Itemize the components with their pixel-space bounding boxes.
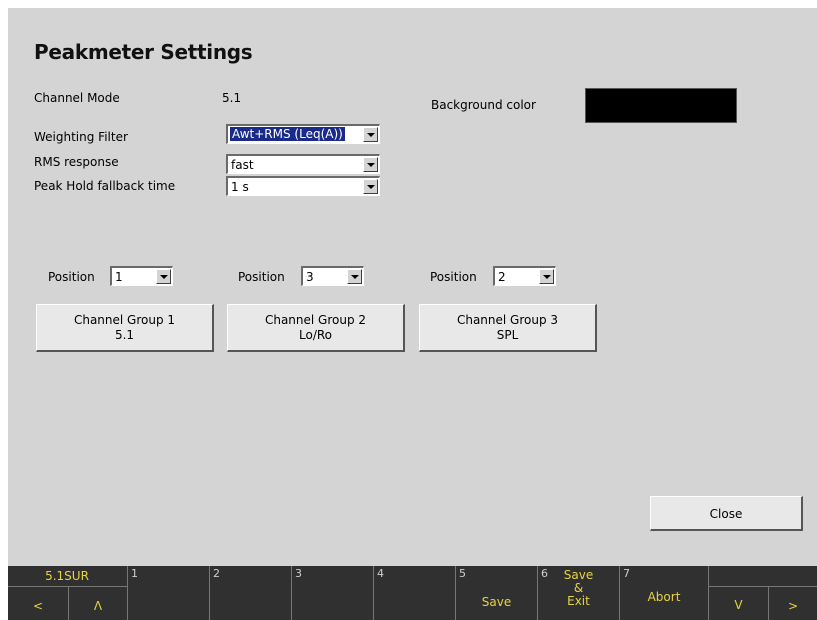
channel-group-name: Channel Group 3 bbox=[456, 313, 559, 327]
background-color-swatch[interactable] bbox=[585, 88, 737, 123]
left-arrow-button[interactable]: < bbox=[8, 587, 68, 620]
position-label: Position bbox=[238, 270, 285, 284]
left-arrow-icon: < bbox=[32, 599, 44, 613]
chevron-down-icon[interactable] bbox=[156, 269, 171, 284]
channel-group-mode: Lo/Ro bbox=[299, 328, 332, 342]
position-select-group-2[interactable]: 3 bbox=[301, 266, 364, 286]
chevron-down-icon[interactable] bbox=[363, 179, 378, 194]
channel-group-3-button[interactable]: Channel Group 3 SPL bbox=[419, 304, 597, 352]
channel-group-2-button[interactable]: Channel Group 2 Lo/Ro bbox=[227, 304, 405, 352]
right-arrow-button[interactable]: > bbox=[769, 587, 817, 620]
peak-hold-label: Peak Hold fallback time bbox=[34, 179, 176, 193]
channel-group-mode: 5.1 bbox=[114, 328, 135, 342]
chevron-down-icon[interactable] bbox=[363, 157, 378, 172]
position-select-group-3[interactable]: 2 bbox=[493, 266, 556, 286]
peak-hold-select[interactable]: 1 s bbox=[226, 176, 380, 196]
softkey-1[interactable]: 1 bbox=[128, 566, 209, 620]
position-value: 2 bbox=[498, 270, 506, 284]
position-value: 3 bbox=[306, 270, 314, 284]
down-arrow-icon: V bbox=[734, 598, 743, 612]
softkey-number: 3 bbox=[295, 567, 302, 580]
close-button[interactable]: Close bbox=[650, 496, 803, 531]
right-arrow-icon: > bbox=[787, 599, 799, 613]
softkey-3[interactable]: 3 bbox=[292, 566, 373, 620]
channel-mode-label: Channel Mode bbox=[34, 91, 120, 105]
softkey-label-line: Exit bbox=[567, 594, 590, 608]
softkey-number: 2 bbox=[213, 567, 220, 580]
background-color-label: Background color bbox=[431, 98, 536, 112]
mode-indicator: 5.1SUR bbox=[45, 569, 89, 583]
weighting-filter-label: Weighting Filter bbox=[34, 130, 128, 144]
softkey-4[interactable]: 4 bbox=[374, 566, 455, 620]
position-label: Position bbox=[48, 270, 95, 284]
softkey-7-abort[interactable]: 7 Abort bbox=[620, 566, 708, 620]
up-arrow-icon: Λ bbox=[93, 599, 103, 613]
channel-group-1-button[interactable]: Channel Group 1 5.1 bbox=[36, 304, 214, 352]
page-title: Peakmeter Settings bbox=[34, 40, 253, 64]
chevron-down-icon[interactable] bbox=[363, 127, 378, 142]
channel-mode-value: 5.1 bbox=[222, 91, 242, 105]
close-label: Close bbox=[709, 507, 743, 521]
weighting-filter-select[interactable]: Awt+RMS (Leq(A)) bbox=[226, 124, 380, 144]
softkey-label: Save bbox=[481, 595, 512, 609]
channel-group-name: Channel Group 1 bbox=[73, 313, 176, 327]
softkey-6-save-exit[interactable]: 6 Save & Exit bbox=[538, 566, 619, 620]
softkey-number: 4 bbox=[377, 567, 384, 580]
softkey-number: 7 bbox=[623, 567, 630, 580]
position-label: Position bbox=[430, 270, 477, 284]
down-arrow-button[interactable]: V bbox=[709, 587, 768, 620]
peak-hold-value: 1 s bbox=[231, 180, 249, 194]
position-value: 1 bbox=[115, 270, 123, 284]
rms-response-value: fast bbox=[231, 158, 254, 172]
position-select-group-1[interactable]: 1 bbox=[110, 266, 173, 286]
chevron-down-icon[interactable] bbox=[539, 269, 554, 284]
softkey-2[interactable]: 2 bbox=[210, 566, 291, 620]
rms-response-label: RMS response bbox=[34, 155, 119, 169]
softkey-number: 1 bbox=[131, 567, 138, 580]
rms-response-select[interactable]: fast bbox=[226, 154, 380, 174]
softkey-number: 5 bbox=[459, 567, 466, 580]
up-arrow-button[interactable]: Λ bbox=[69, 587, 127, 620]
channel-group-mode: SPL bbox=[496, 328, 519, 342]
softkey-label: Abort bbox=[647, 590, 681, 604]
chevron-down-icon[interactable] bbox=[347, 269, 362, 284]
settings-screen: Peakmeter Settings Channel Mode 5.1 Back… bbox=[8, 8, 817, 620]
channel-group-name: Channel Group 2 bbox=[264, 313, 367, 327]
softkey-label: Save & Exit bbox=[538, 569, 619, 608]
weighting-filter-value: Awt+RMS (Leq(A)) bbox=[229, 126, 346, 142]
softkey-bar: 5.1SUR < Λ 1 2 3 4 5 Save 6 Save & Exit … bbox=[8, 566, 817, 620]
softkey-5-save[interactable]: 5 Save bbox=[456, 566, 537, 620]
